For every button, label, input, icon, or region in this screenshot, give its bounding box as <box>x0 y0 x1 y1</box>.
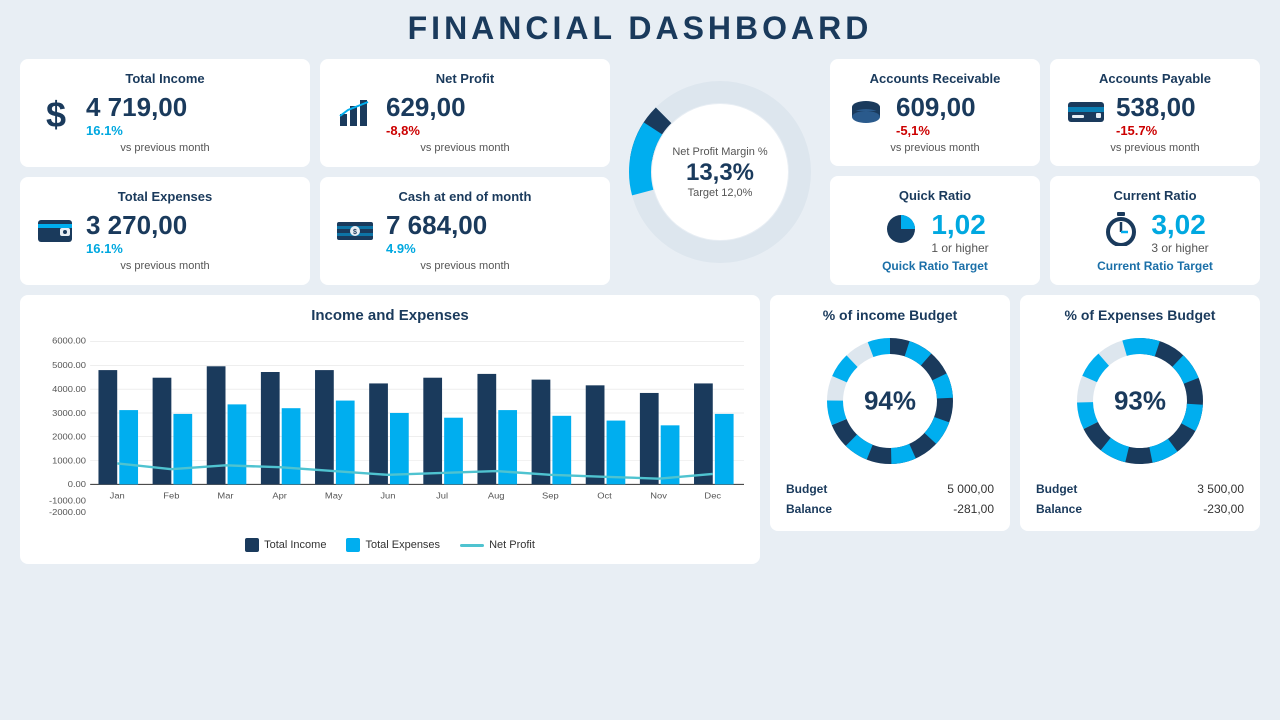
kpi-accounts-receivable: Accounts Receivable 609,00 -5,1% <box>830 59 1040 166</box>
budget-income-budget-row: Budget 5 000,00 <box>786 479 994 499</box>
svg-text:Feb: Feb <box>163 491 179 501</box>
svg-text:6000.00: 6000.00 <box>52 336 86 346</box>
wallet-icon <box>36 216 76 251</box>
svg-text:Sep: Sep <box>542 491 559 501</box>
legend-income-label: Total Income <box>264 539 326 551</box>
kpi-total-income: Total Income $ 4 719,00 16.1% vs previou… <box>20 59 310 167</box>
budget-income-info: Budget 5 000,00 Balance -281,00 <box>786 479 994 519</box>
svg-text:Dec: Dec <box>704 491 721 501</box>
kpi-right-grid: Accounts Receivable 609,00 -5,1% <box>830 59 1260 285</box>
budget-income-donut: 94% <box>820 331 960 471</box>
top-section: Total Income $ 4 719,00 16.1% vs previou… <box>20 59 1260 285</box>
kpi-total-expenses: Total Expenses 3 270,00 16.1% <box>20 177 310 285</box>
budget-income-card: % of income Budget 94% Budget <box>770 295 1010 531</box>
svg-text:Mar: Mar <box>217 491 233 501</box>
dashboard: FINANCIAL DASHBOARD Total Income $ 4 719… <box>0 0 1280 720</box>
svg-text:-2000.00: -2000.00 <box>49 507 86 517</box>
budget-expenses-balance-row: Balance -230,00 <box>1036 499 1244 519</box>
svg-text:Apr: Apr <box>272 491 287 501</box>
kpi-net-profit: Net Profit 629,00 -8,8% <box>320 59 610 167</box>
dollar-icon: $ <box>36 94 76 136</box>
svg-text:Oct: Oct <box>597 491 612 501</box>
bottom-section: Income and Expenses 6000.00 5000.00 4000… <box>20 295 1260 564</box>
legend-net-profit: Net Profit <box>460 538 535 552</box>
budget-expenses-donut: 93% <box>1070 331 1210 471</box>
svg-text:Jun: Jun <box>380 491 395 501</box>
legend-income-dot <box>245 538 259 552</box>
svg-text:0.00: 0.00 <box>68 480 86 490</box>
svg-text:-1000.00: -1000.00 <box>49 496 86 506</box>
legend-expenses: Total Expenses <box>346 538 440 552</box>
budget-cards: % of income Budget 94% Budget <box>770 295 1260 564</box>
legend-expenses-label: Total Expenses <box>365 539 440 551</box>
chart-legend: Total Income Total Expenses Net Profit <box>36 538 744 552</box>
budget-expenses-card: % of Expenses Budget 93% Budget <box>1020 295 1260 531</box>
kpi-cash-end: Cash at end of month $ 7 684,00 4. <box>320 177 610 285</box>
timer-icon <box>1101 212 1141 253</box>
svg-text:Jan: Jan <box>110 491 125 501</box>
svg-text:2000.00: 2000.00 <box>52 432 86 442</box>
kpi-accounts-payable: Accounts Payable 538,00 -15.7% <box>1050 59 1260 166</box>
budget-row: % of income Budget 94% Budget <box>770 295 1260 531</box>
svg-text:4000.00: 4000.00 <box>52 384 86 394</box>
svg-text:3000.00: 3000.00 <box>52 408 86 418</box>
svg-text:Aug: Aug <box>488 491 505 501</box>
kpi-left: Total Income $ 4 719,00 16.1% vs previou… <box>20 59 310 285</box>
kpi-current-ratio: Current Ratio 3,02 3 or higher <box>1050 176 1260 285</box>
center-donut-area: Net Profit Margin % 13,3% Target 12,0% <box>620 59 820 285</box>
donut-label: Net Profit Margin % 13,3% Target 12,0% <box>672 145 767 199</box>
pie-icon <box>881 213 921 252</box>
dashboard-title: FINANCIAL DASHBOARD <box>20 10 1260 47</box>
coins-icon <box>846 97 886 134</box>
bar-chart-svg: 6000.00 5000.00 4000.00 3000.00 2000.00 … <box>36 332 744 532</box>
svg-text:Jul: Jul <box>436 491 448 501</box>
bar-chart-area: 6000.00 5000.00 4000.00 3000.00 2000.00 … <box>36 332 744 532</box>
card-icon <box>1066 99 1106 131</box>
barchart-icon <box>336 96 376 135</box>
legend-net-profit-line <box>460 544 484 547</box>
svg-text:5000.00: 5000.00 <box>52 361 86 371</box>
money-icon: $ <box>336 216 376 251</box>
svg-text:May: May <box>325 491 343 501</box>
budget-expenses-info: Budget 3 500,00 Balance -230,00 <box>1036 479 1244 519</box>
legend-net-profit-label: Net Profit <box>489 539 535 551</box>
kpi-quick-ratio: Quick Ratio 1,02 1 or higher Quick Ratio… <box>830 176 1040 285</box>
svg-text:1000.00: 1000.00 <box>52 456 86 466</box>
legend-expenses-dot <box>346 538 360 552</box>
net-profit-margin-donut: Net Profit Margin % 13,3% Target 12,0% <box>620 72 820 272</box>
svg-text:Nov: Nov <box>650 491 667 501</box>
income-expenses-chart-card: Income and Expenses 6000.00 5000.00 4000… <box>20 295 760 564</box>
legend-income: Total Income <box>245 538 326 552</box>
budget-expenses-budget-row: Budget 3 500,00 <box>1036 479 1244 499</box>
svg-text:$: $ <box>353 229 357 236</box>
budget-income-balance-row: Balance -281,00 <box>786 499 994 519</box>
kpi-center-left: Net Profit 629,00 -8,8% <box>320 59 610 285</box>
